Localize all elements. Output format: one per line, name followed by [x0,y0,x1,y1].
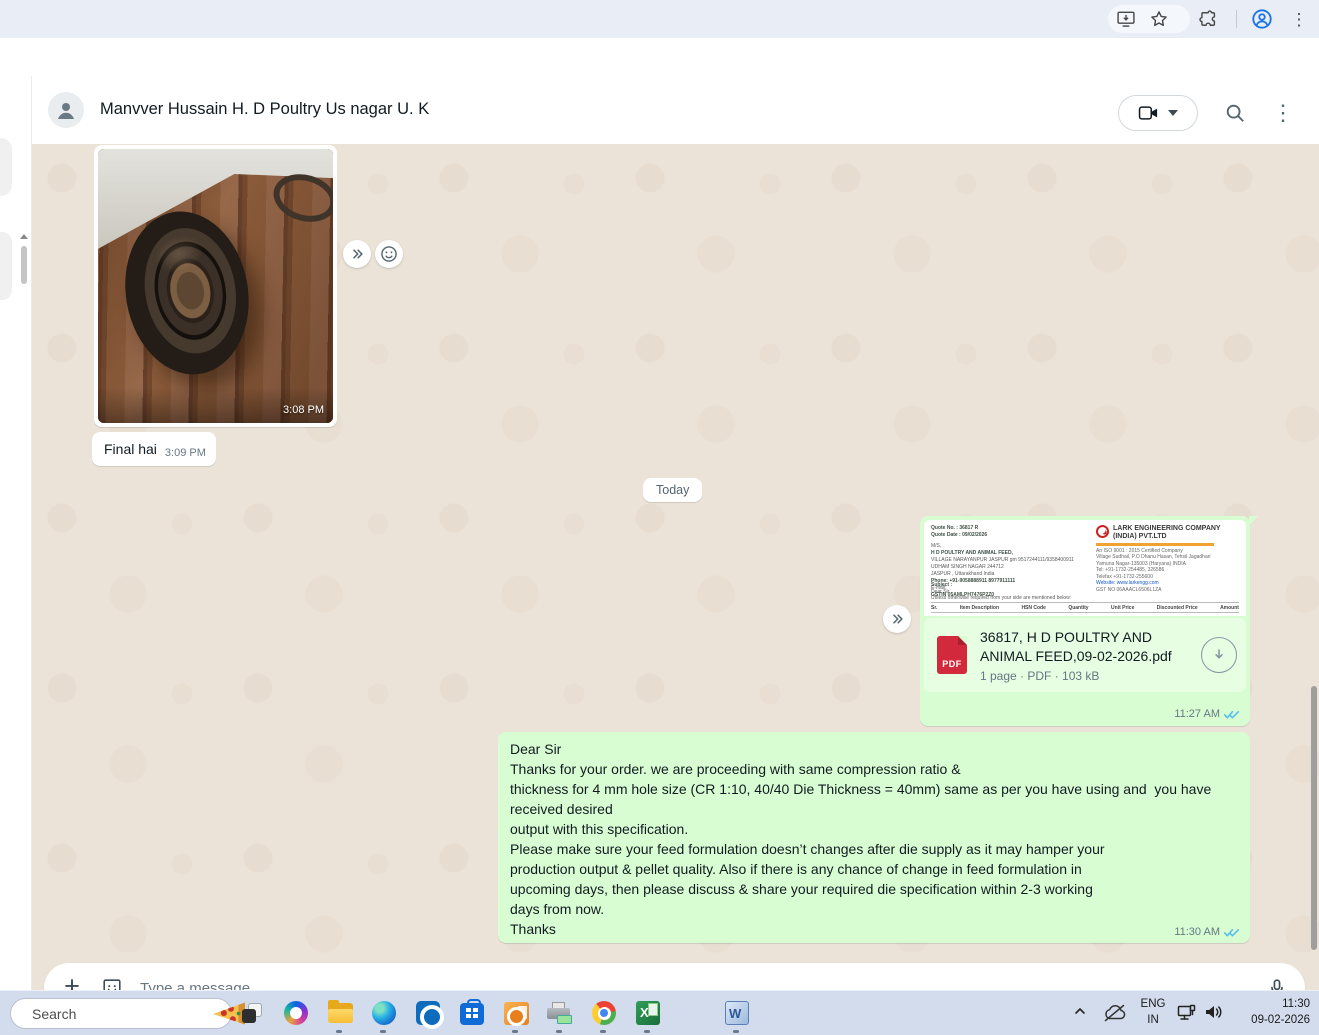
outlook-classic-icon[interactable] [502,999,530,1027]
pdf-preview-body: Subject : Dear Sir, Unless otherwise req… [931,582,1239,602]
smiley-icon [379,244,399,264]
message-timestamp: 11:27 AM [1174,708,1220,720]
orange-rule [1096,543,1214,546]
whatsapp-window: Manvver Hussain H. D Poultry Us nagar U.… [0,38,1319,990]
extensions-icon[interactable] [1197,7,1221,31]
forward-message-button[interactable] [883,605,911,633]
chat-search-icon[interactable] [1219,97,1251,129]
running-indicator [512,1030,518,1033]
forward-icon [888,610,906,628]
download-button[interactable] [1201,637,1237,673]
read-receipt-icon [1223,709,1240,720]
forward-message-button[interactable] [343,240,371,268]
word-icon[interactable] [723,999,751,1027]
chat-list-rail [0,76,32,1028]
download-icon [1209,645,1229,665]
document-filename: 36817, H D POULTRY AND ANIMAL FEED,09-02… [980,628,1192,666]
excel-icon[interactable] [634,999,662,1027]
running-indicator [733,1030,739,1033]
message-timestamp: 11:30 AM [1174,926,1220,938]
person-icon [54,98,78,122]
message-timestamp: 3:08 PM [283,404,324,416]
chrome-icon[interactable] [590,999,618,1027]
browser-menu-icon[interactable]: ⋮ [1287,7,1311,31]
volume-icon[interactable] [1203,1003,1225,1021]
onedrive-paused-icon[interactable] [1102,1003,1128,1023]
running-indicator [380,1030,386,1033]
running-indicator [336,1030,342,1033]
react-emoji-button[interactable] [375,240,403,268]
tray-date: 09-02-2026 [1251,1012,1310,1028]
message-text: Final hai [104,440,157,459]
chat-list-item-edge[interactable] [0,138,12,196]
running-indicator [644,1030,650,1033]
edge-icon[interactable] [370,999,398,1027]
running-indicator [600,1030,606,1033]
taskbar-search-input[interactable] [32,1006,213,1022]
language-indicator[interactable]: ENG IN [1138,996,1168,1028]
document-file-row[interactable]: PDF 36817, H D POULTRY AND ANIMAL FEED,0… [924,618,1246,692]
message-text: Dear Sir Thanks for your order. we are p… [510,739,1238,939]
clock-date[interactable]: 11:30 09-02-2026 [1251,996,1310,1028]
pdf-file-icon: PDF [937,636,967,674]
running-indicator [556,1030,562,1033]
rail-scroll-up-arrow[interactable] [20,234,28,239]
document-meta: 1 page · PDF · 103 kB [980,669,1192,683]
screen: ⋮ Manvver Hussain H. D Poultry Us nagar … [0,0,1319,1035]
text-message: Final hai 3:09 PM [92,432,216,466]
tray-chevron-up-icon[interactable] [1072,1003,1088,1019]
chat-scrollbar-thumb[interactable] [1311,686,1317,950]
document-message: Quote No. : 36817 R Quote Date : 09/02/2… [920,516,1250,726]
printer-icon[interactable] [546,999,574,1027]
message-timestamp: 3:09 PM [165,447,206,459]
task-view-icon[interactable] [238,999,266,1027]
tray-time: 11:30 [1251,996,1310,1012]
windows-taskbar: ENG IN 11:30 09-02-2026 [0,990,1319,1035]
toolbar-divider [1236,10,1237,28]
install-app-icon[interactable] [1114,7,1138,31]
taskbar-search-box[interactable] [10,998,232,1029]
video-call-button[interactable] [1118,95,1198,131]
chat-list-item-edge[interactable] [0,232,12,300]
company-logo [1096,525,1109,538]
browser-profile-icon[interactable] [1250,7,1274,31]
pdf-preview[interactable]: Quote No. : 36817 R Quote Date : 09/02/2… [924,520,1246,616]
rail-scrollbar-thumb[interactable] [21,246,27,284]
copilot-icon[interactable] [282,999,310,1027]
chat-header: Manvver Hussain H. D Poultry Us nagar U.… [32,76,1319,144]
microsoft-store-icon[interactable] [458,999,486,1027]
date-divider: Today [643,478,702,502]
video-camera-icon [1138,104,1160,122]
chevron-down-icon [1168,110,1178,116]
message-photo[interactable]: 3:08 PM [98,149,333,423]
contact-name[interactable]: Manvver Hussain H. D Poultry Us nagar U.… [100,100,429,119]
bookmark-star-icon[interactable] [1147,7,1171,31]
contact-avatar[interactable] [48,92,84,128]
conversation-panel: 3:08 PM Final hai 3:09 PM Today [32,144,1319,1028]
file-explorer-icon[interactable] [326,999,354,1027]
network-icon[interactable] [1176,1003,1198,1023]
image-message[interactable]: 3:08 PM [94,145,337,427]
outlook-new-icon[interactable] [414,999,442,1027]
pdf-preview-table-header: Sr. Item Description HSN Code Quantity U… [931,602,1239,613]
chat-menu-icon[interactable]: ⋮ [1267,97,1299,129]
long-text-message: Dear Sir Thanks for your order. we are p… [498,732,1250,943]
browser-toolbar: ⋮ [0,0,1319,38]
read-receipt-icon [1223,927,1240,938]
forward-icon [348,245,366,263]
